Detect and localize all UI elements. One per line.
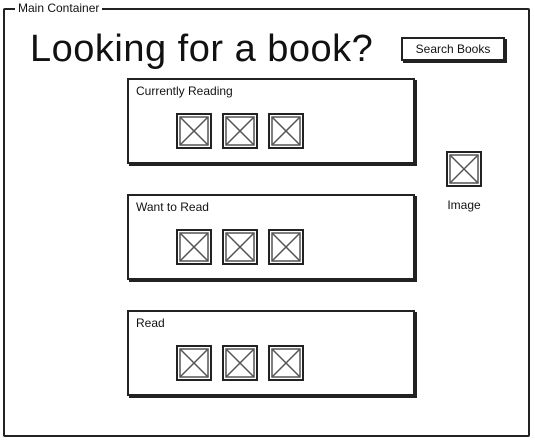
- shelf-read: Read: [127, 310, 415, 396]
- shelf-title: Want to Read: [136, 200, 209, 214]
- shelf-title: Currently Reading: [136, 84, 233, 98]
- shelf-currently-reading: Currently Reading: [127, 78, 415, 164]
- book-cover-image-icon[interactable]: [176, 229, 212, 265]
- shelf-books: [176, 345, 304, 381]
- shelf-want-to-read: Want to Read: [127, 194, 415, 280]
- page-headline: Looking for a book?: [30, 28, 374, 70]
- book-cover-image-icon[interactable]: [268, 345, 304, 381]
- shelf-books: [176, 113, 304, 149]
- book-cover-image-icon[interactable]: [222, 345, 258, 381]
- shelf-books: [176, 229, 304, 265]
- book-cover-image-icon[interactable]: [268, 229, 304, 265]
- search-books-button[interactable]: Search Books: [401, 37, 505, 61]
- book-cover-image-icon[interactable]: [176, 345, 212, 381]
- book-cover-image-icon[interactable]: [268, 113, 304, 149]
- image-placeholder-icon: [446, 151, 482, 187]
- book-cover-image-icon[interactable]: [176, 113, 212, 149]
- book-cover-image-icon[interactable]: [222, 229, 258, 265]
- main-container: Main Container Looking for a book? Searc…: [3, 1, 530, 437]
- image-caption: Image: [447, 198, 481, 212]
- main-container-label: Main Container: [15, 1, 103, 15]
- shelf-title: Read: [136, 316, 165, 330]
- book-cover-image-icon[interactable]: [222, 113, 258, 149]
